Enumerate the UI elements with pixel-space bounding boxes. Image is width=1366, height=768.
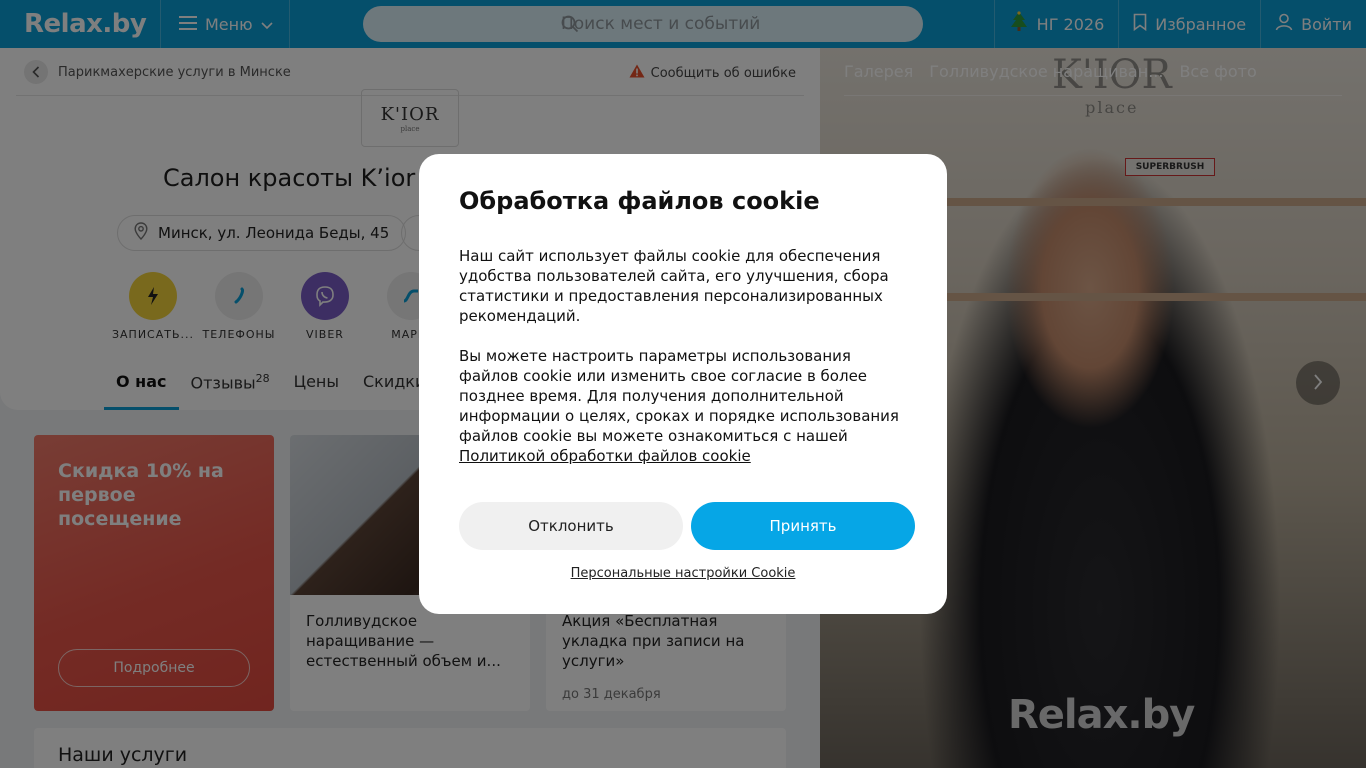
cookie-policy-link[interactable]: Политикой обработки файлов cookie <box>459 447 751 465</box>
cookie-text-2: Вы можете настроить параметры использова… <box>459 346 907 466</box>
decline-button[interactable]: Отклонить <box>459 502 683 550</box>
cookie-buttons: Отклонить Принять <box>459 502 915 550</box>
accept-button[interactable]: Принять <box>691 502 915 550</box>
cookie-text-1: Наш сайт использует файлы cookie для обе… <box>459 247 889 325</box>
cookie-text-2-body: Вы можете настроить параметры использова… <box>459 347 899 445</box>
cookie-dialog: Обработка файлов cookie Наш сайт использ… <box>419 154 947 614</box>
personal-cookie-settings-link[interactable]: Персональные настройки Cookie <box>419 566 947 581</box>
cookie-title: Обработка файлов cookie <box>459 187 820 215</box>
